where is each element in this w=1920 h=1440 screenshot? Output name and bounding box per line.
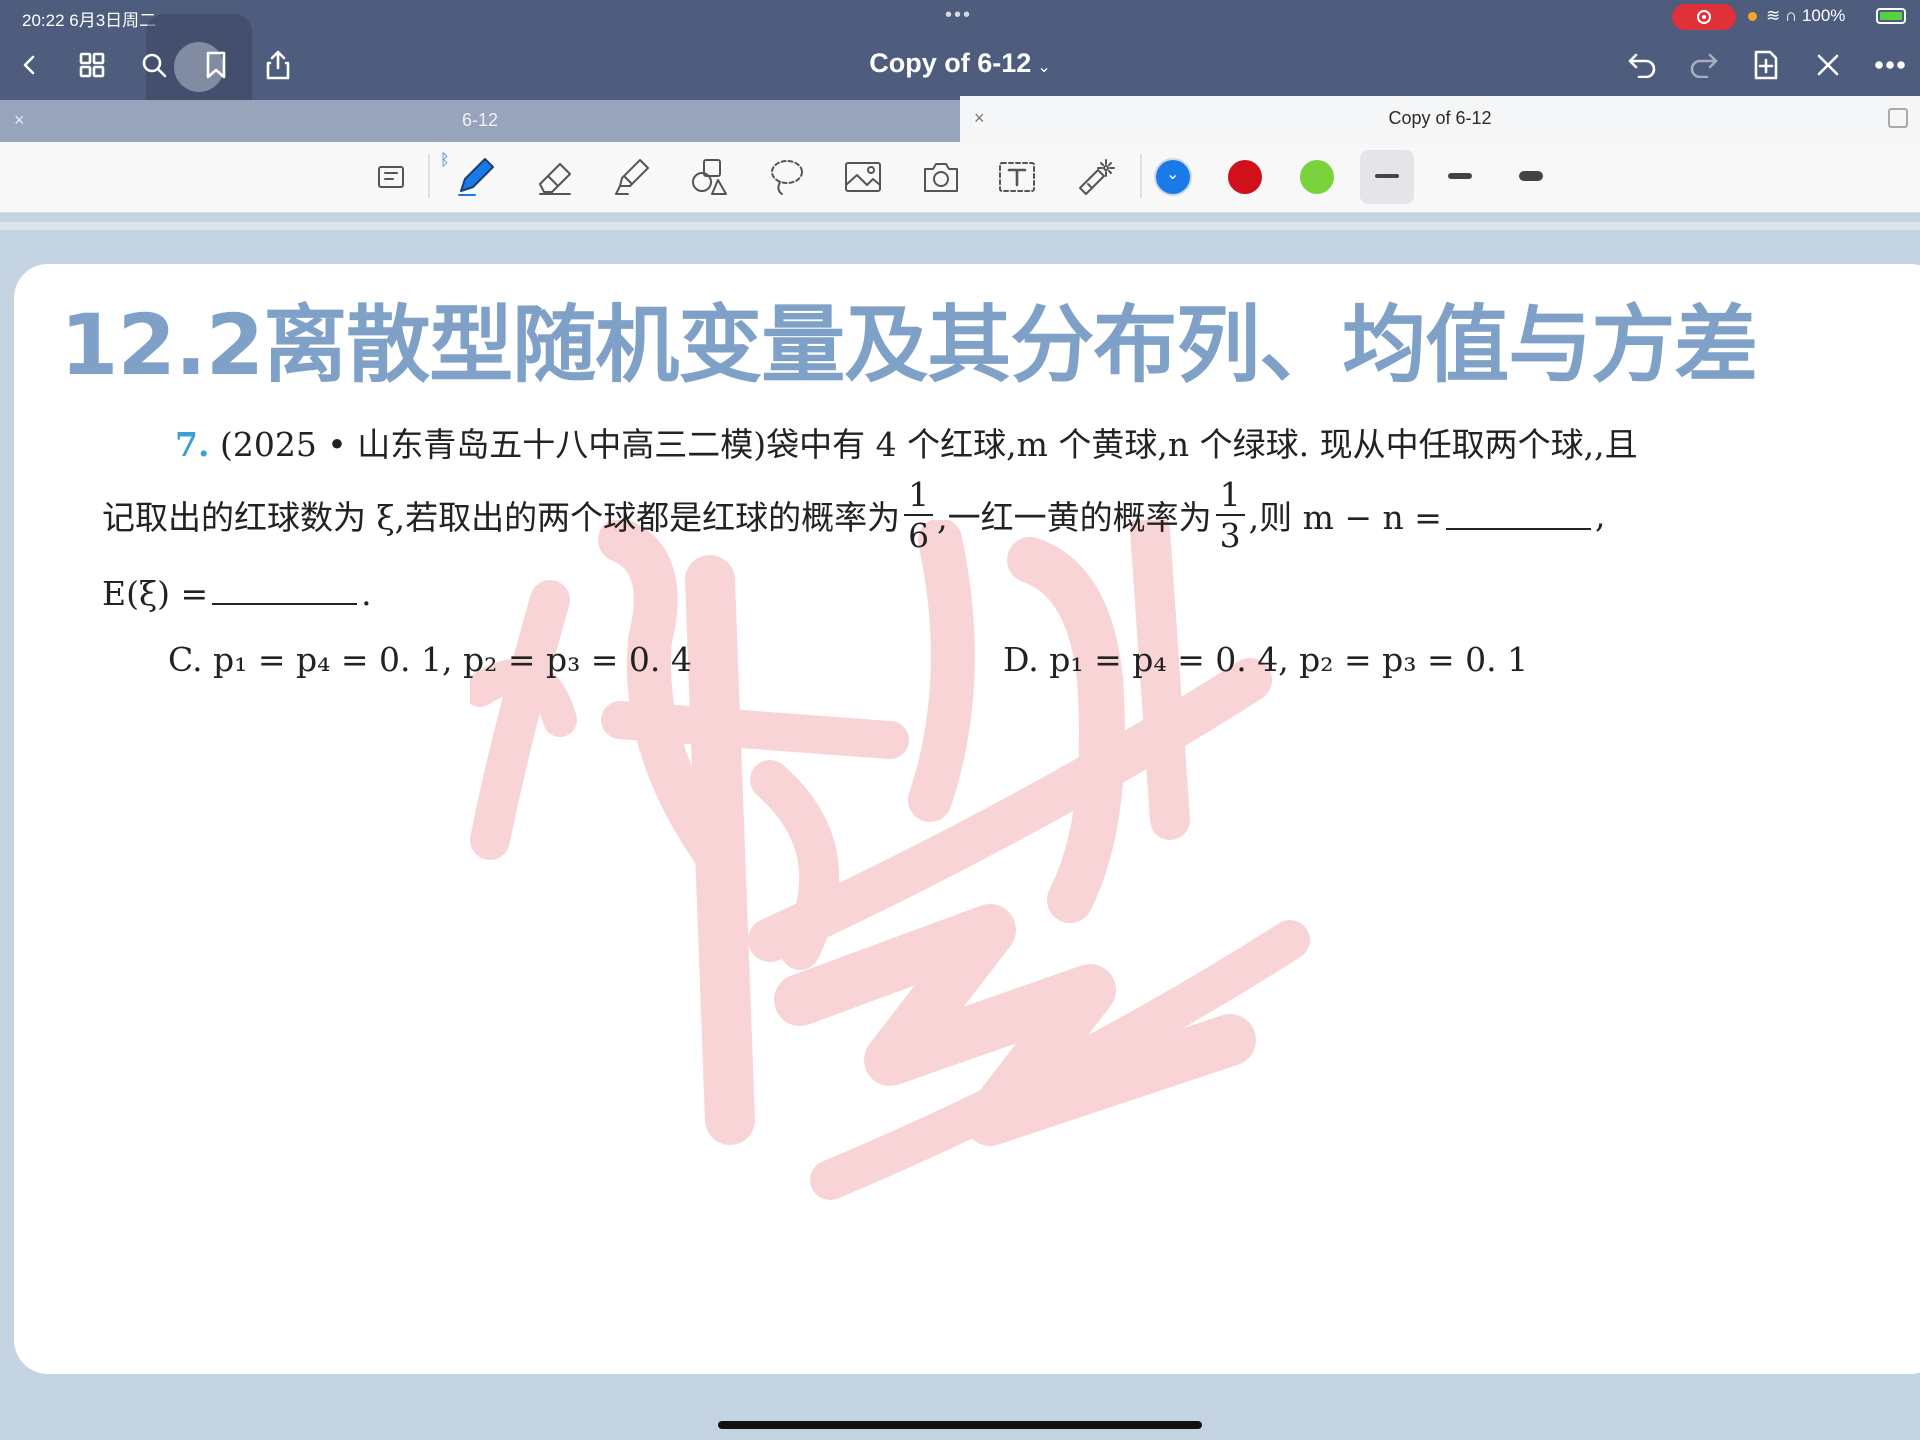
split-view-icon[interactable] — [1888, 108, 1908, 128]
shapes-icon[interactable] — [682, 150, 736, 204]
headphones-icon: ∩ — [1784, 6, 1798, 25]
question-line-2: 记取出的红球数为 ξ,若取出的两个球都是红球的概率为 1 6 ,一红一黄的概率为… — [102, 478, 1605, 552]
stroke-thin-icon[interactable] — [1375, 174, 1399, 178]
color-swatch-red[interactable] — [1228, 160, 1262, 194]
question-text-2d: , — [1594, 495, 1606, 535]
question-number: 7. — [175, 425, 210, 464]
color-swatch-green[interactable] — [1300, 160, 1334, 194]
tab-label[interactable]: 6-12 — [0, 110, 960, 131]
fraction-one-sixth: 1 6 — [904, 478, 934, 552]
fraction-one-third: 1 3 — [1215, 478, 1245, 552]
lasso-icon[interactable] — [760, 150, 814, 204]
add-page-icon[interactable] — [1744, 43, 1788, 87]
highlighter-icon[interactable] — [604, 150, 658, 204]
wifi-icon: ≋ — [1766, 6, 1781, 25]
answer-blank-1[interactable] — [1445, 500, 1591, 530]
textbox-icon[interactable] — [990, 150, 1044, 204]
page-gap — [0, 222, 1920, 230]
toolbar-divider — [1140, 154, 1142, 198]
redo-icon[interactable] — [1682, 43, 1726, 87]
answer-blank-2[interactable] — [212, 575, 358, 605]
option-d: D. p₁ = p₄ = 0. 4, p₂ = p₃ = 0. 1 — [1003, 640, 1529, 679]
question-text-1: (2025 • 山东青岛五十八中高三二模)袋中有 4 个红球,m 个黄球,n 个… — [219, 425, 1638, 464]
image-icon[interactable] — [836, 150, 890, 204]
close-icon[interactable] — [1806, 43, 1850, 87]
toolbar-divider — [428, 154, 430, 198]
question-line-1: 7. (2025 • 山东青岛五十八中高三二模)袋中有 4 个红球,m 个黄球,… — [175, 418, 1638, 466]
watermark-logo — [470, 520, 1310, 1200]
pen-icon[interactable] — [448, 150, 502, 204]
more-icon[interactable] — [1868, 43, 1912, 87]
tab-label[interactable]: Copy of 6-12 — [960, 108, 1920, 129]
battery-icon — [1876, 8, 1906, 24]
multitask-dots[interactable]: ••• — [945, 4, 972, 27]
battery-percent: 100% — [1801, 6, 1846, 25]
question-text-2a: 记取出的红球数为 ξ,若取出的两个球都是红球的概率为 — [102, 498, 901, 537]
home-indicator[interactable] — [718, 1421, 1202, 1429]
chevron-down-icon: ⌄ — [1166, 166, 1180, 183]
camera-icon[interactable] — [914, 150, 968, 204]
stroke-medium-icon[interactable] — [1448, 173, 1472, 179]
question-line-3: E(ξ) =. — [102, 574, 372, 613]
page-view-icon[interactable] — [366, 150, 420, 204]
question-text-3a: E(ξ) = — [102, 574, 209, 613]
status-time: 20:22 6月3日周二 — [22, 11, 157, 30]
section-heading: 12.2离散型随机变量及其分布列、均值与方差 — [60, 296, 1758, 394]
chevron-down-icon[interactable]: ⌄ — [1037, 59, 1050, 76]
undo-icon[interactable] — [1620, 43, 1664, 87]
screen-recording-indicator[interactable] — [1672, 4, 1736, 30]
question-text-2c: ,则 m − n = — [1248, 498, 1442, 537]
question-text-3b: . — [361, 574, 372, 613]
stroke-thick-icon[interactable] — [1519, 171, 1543, 181]
status-icons: ≋ ∩ 100% — [1766, 6, 1845, 26]
question-text-2b: ,一红一黄的概率为 — [937, 498, 1212, 537]
mic-indicator-dot — [1748, 12, 1757, 21]
laser-pointer-icon[interactable] — [1068, 150, 1122, 204]
eraser-icon[interactable] — [528, 150, 582, 204]
option-c: C. p₁ = p₄ = 0. 1, p₂ = p₃ = 0. 4 — [168, 640, 692, 679]
